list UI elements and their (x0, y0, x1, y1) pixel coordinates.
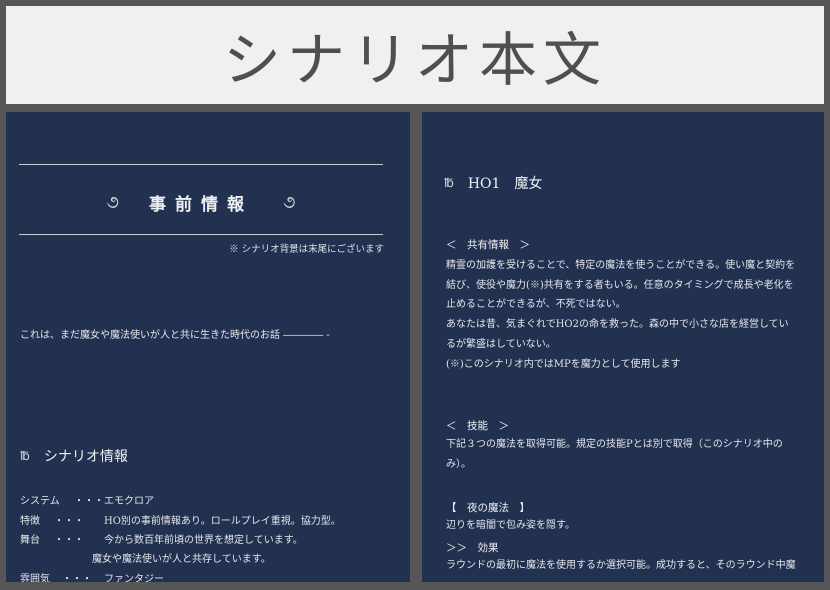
intro-text: これは、まだ魔女や魔法使いが人と共に生きた時代のお話 ―――― - (20, 330, 330, 341)
heading-row: ૭ 事前情報 ૭ (19, 190, 383, 215)
info-label: システム (20, 496, 60, 507)
effect-heading: ＞＞ 効果 (446, 542, 499, 554)
section-title-text: シナリオ情報 (43, 449, 128, 465)
info-value: 今から数百年前頃の世界を想定しています。 (104, 535, 303, 546)
info-row-atmosphere: 雰囲気 ・・・ ファンタジー (20, 570, 164, 582)
info-separator: ・・・ (62, 574, 92, 582)
info-separator: ・・・ (54, 535, 84, 546)
info-row-feature: 特徴 ・・・ HO別の事前情報あり。ロールプレイ重視。協力型。 (20, 512, 341, 527)
body-line: み）。 (446, 458, 471, 470)
skill-body: 下記３つの魔法を取得可能。規定の技能Pとは別で取得（このシナリオ中の み）。 (446, 435, 783, 474)
effect-body: ラウンドの最初に魔法を使用するか選択可能。成功すると、そのラウンド中魔 (446, 556, 796, 576)
info-row-system: システム ・・・ エモクロア (20, 492, 154, 507)
background-note: ※ シナリオ背景は末尾にございます (229, 244, 384, 255)
page-title: シナリオ本文 (222, 26, 607, 94)
ornament-right-icon: ૭ (283, 192, 296, 213)
ornament-left-icon: ૭ (106, 192, 119, 213)
info-value: エモクロア (104, 496, 154, 507)
magic-heading: 【 夜の魔法 】 (446, 502, 530, 514)
body-line: 辺りを暗闇で包み姿を隠す。 (446, 520, 575, 531)
skill-heading: ＜ 技能 ＞ (446, 420, 509, 432)
left-page: ૭ 事前情報 ૭ ※ シナリオ背景は末尾にございます これは、まだ魔女や魔法使い… (6, 112, 410, 582)
body-line: るが繁盛はしていない。 (446, 338, 556, 350)
section-mark-icon: ℔ (444, 176, 454, 190)
magic-body: 辺りを暗闇で包み姿を隠す。 (446, 516, 575, 536)
body-line: あなたは昔、気まぐれでHO2の命を救った。森の中で小さな店を経営してい (446, 319, 789, 331)
scenario-info-title: ℔ シナリオ情報 (20, 446, 128, 466)
info-value: 魔女や魔法使いが人と共存しています。 (92, 554, 271, 565)
info-label: 舞台 (20, 535, 40, 546)
info-separator: ・・・ (54, 516, 84, 527)
right-page: ℔ HO1 魔女 ＜ 共有情報 ＞ 精霊の加護を受けることで、特定の魔法を使うこ… (422, 112, 824, 582)
ho-title: ℔ HO1 魔女 (444, 173, 542, 193)
title-banner: シナリオ本文 (6, 6, 824, 104)
info-value: HO別の事前情報あり。ロールプレイ重視。協力型。 (104, 516, 341, 527)
body-line: 精霊の加護を受けることで、特定の魔法を使うことができる。使い魔と契約を (446, 260, 796, 271)
body-line: ラウンドの最初に魔法を使用するか選択可能。成功すると、そのラウンド中魔 (446, 560, 796, 571)
info-row-stage-cont: 魔女や魔法使いが人と共存しています。 (92, 550, 271, 565)
page-frame: シナリオ本文 ૭ 事前情報 ૭ ※ シナリオ背景は末尾にございます これは、まだ… (0, 0, 830, 590)
body-line: 止めることができるが、不死ではない。 (446, 299, 626, 311)
info-row-stage: 舞台 ・・・ 今から数百年前頃の世界を想定しています。 (20, 531, 303, 546)
shared-info-heading: ＜ 共有情報 ＞ (446, 239, 530, 251)
body-line: 結び、使役や魔力(※)共有をする者もいる。任意のタイミングで成長や老化を (446, 279, 794, 291)
info-label: 雰囲気 (20, 574, 50, 582)
top-divider (19, 164, 383, 165)
body-line: (※)このシナリオ内ではMPを魔力として使用します (446, 358, 681, 370)
info-separator: ・・・ (74, 496, 104, 507)
bottom-divider (19, 234, 383, 235)
info-label: 特徴 (20, 516, 40, 527)
shared-info-body: 精霊の加護を受けることで、特定の魔法を使うことができる。使い魔と契約を 結び、使… (446, 256, 795, 374)
info-value: ファンタジー (104, 574, 164, 582)
ho-title-text: HO1 魔女 (467, 176, 543, 192)
section-mark-icon: ℔ (20, 449, 30, 463)
body-line: 下記３つの魔法を取得可能。規定の技能Pとは別で取得（このシナリオ中の (446, 439, 783, 450)
section-heading: 事前情報 (149, 195, 253, 215)
